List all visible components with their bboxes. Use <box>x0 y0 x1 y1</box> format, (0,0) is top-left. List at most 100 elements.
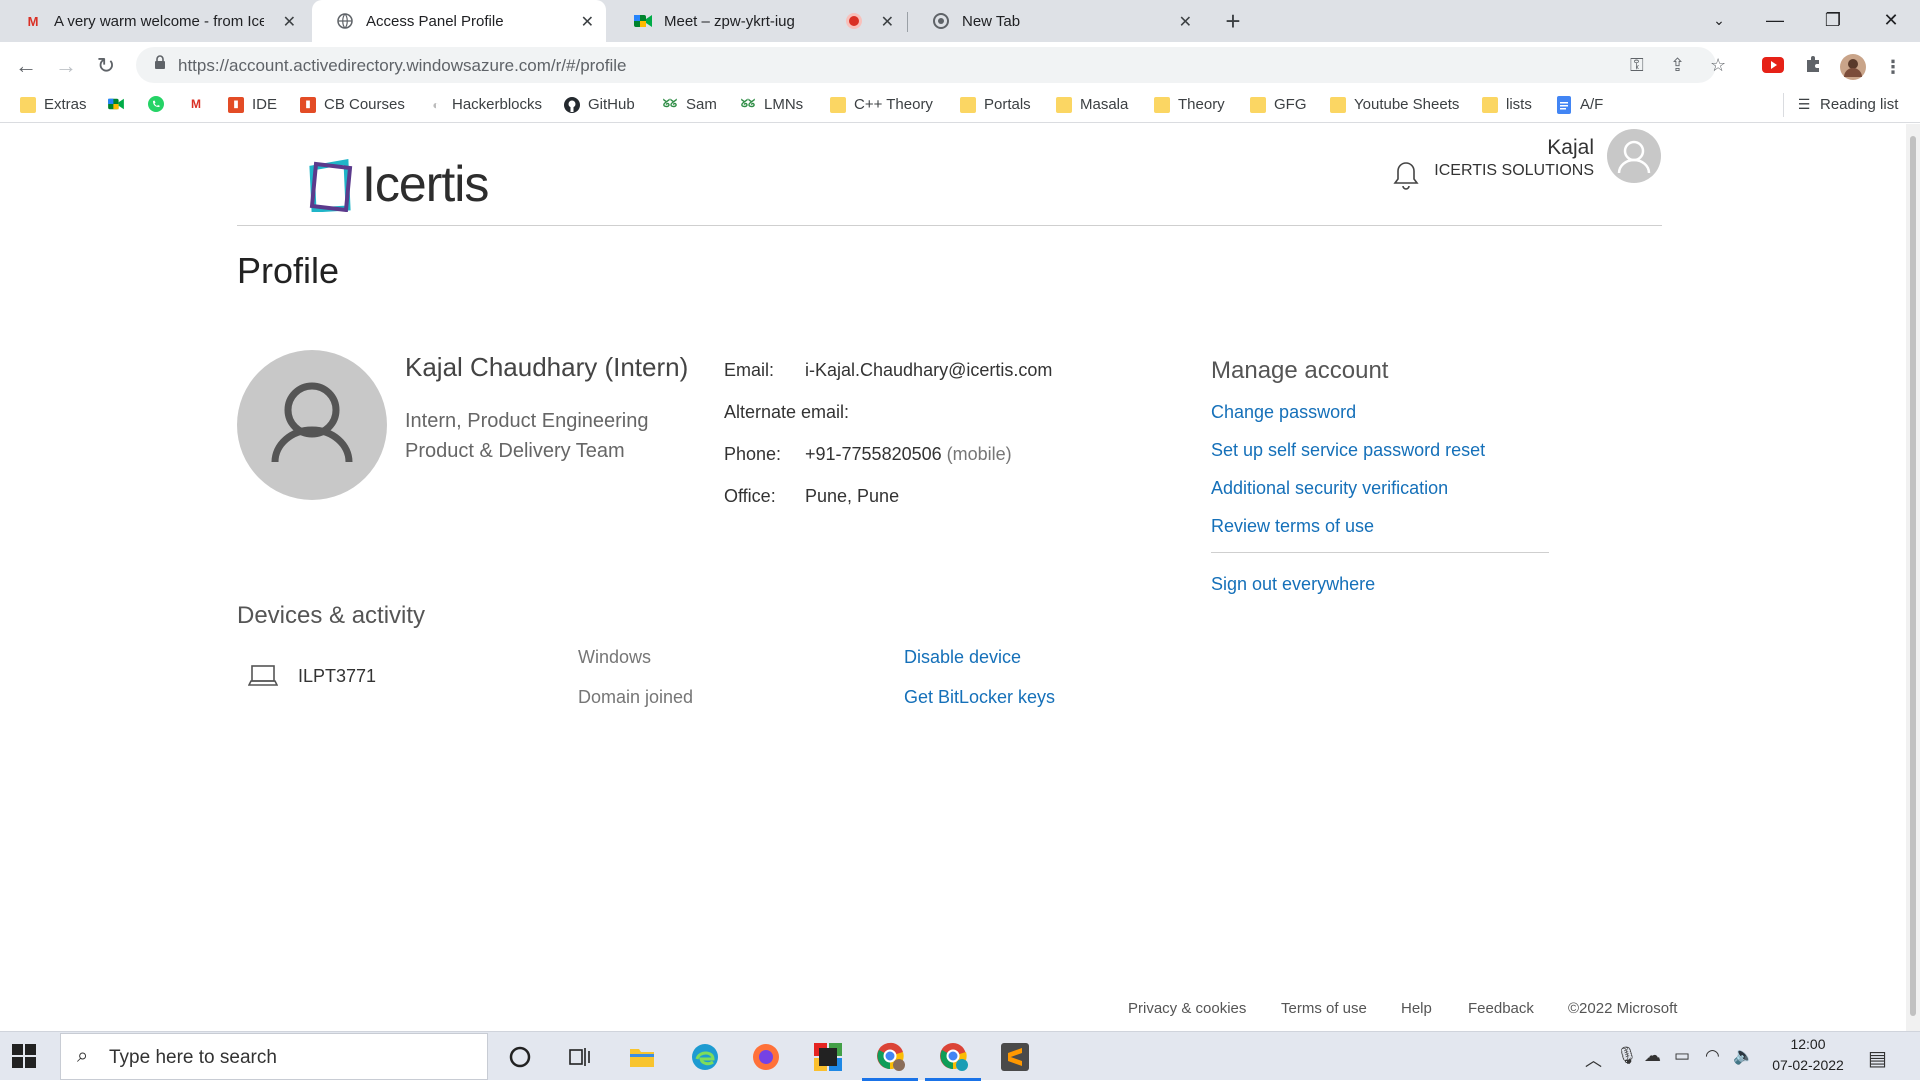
taskbar-search-box[interactable]: ⌕ Type here to search <box>60 1033 488 1080</box>
sublime-text-icon[interactable] <box>998 1040 1032 1074</box>
close-icon[interactable]: ✕ <box>581 12 594 32</box>
bookmark-hackerblocks[interactable]: ◐ Hackerblocks <box>428 96 542 113</box>
bookmark-theory[interactable]: Theory <box>1154 96 1225 113</box>
youtube-ext-icon[interactable] <box>1760 54 1786 80</box>
manage-divider <box>1211 552 1549 553</box>
reading-list-button[interactable]: ☰ Reading list <box>1796 96 1899 113</box>
reload-button[interactable]: ↻ <box>90 50 122 82</box>
tab-gmail[interactable]: M A very warm welcome - from Icer ✕ <box>0 0 308 42</box>
show-hidden-icons-icon[interactable]: ︿ <box>1585 1046 1602 1071</box>
close-icon[interactable]: ✕ <box>1179 12 1192 32</box>
review-terms-of-use-link[interactable]: Review terms of use <box>1211 516 1374 537</box>
forward-button[interactable]: → <box>50 50 82 82</box>
reading-list-icon: ☰ <box>1797 96 1811 112</box>
key-icon[interactable]: ⚿ <box>1630 55 1644 76</box>
manage-account-heading: Manage account <box>1211 357 1389 384</box>
meet-icon <box>634 12 652 30</box>
bookmark-masala[interactable]: Masala <box>1056 96 1128 113</box>
page-scrollbar[interactable] <box>1906 124 1920 1031</box>
bookmark-label: Youtube Sheets <box>1354 96 1460 113</box>
feedback-link[interactable]: Feedback <box>1468 1000 1534 1017</box>
bookmark-youtube-sheets[interactable]: Youtube Sheets <box>1330 96 1459 113</box>
bookmark-label: Sam <box>686 96 717 113</box>
meet-icon <box>108 96 124 112</box>
scrollbar-thumb[interactable] <box>1910 136 1916 1016</box>
additional-security-verification-link[interactable]: Additional security verification <box>1211 478 1448 499</box>
profile-avatar-icon[interactable] <box>1840 54 1866 80</box>
bookmark-portals[interactable]: Portals <box>960 96 1031 113</box>
address-bar[interactable]: https://account.activedirectory.windowsa… <box>136 47 1726 83</box>
self-service-password-reset-link[interactable]: Set up self service password reset <box>1211 440 1485 461</box>
bookmark-extras[interactable]: Extras <box>20 96 87 113</box>
edge-icon[interactable] <box>688 1040 722 1074</box>
bookmarks-bar: Extras M ▮ IDE ▮ CB Courses ◐ Hackerblocks … <box>0 89 1920 123</box>
new-tab-button[interactable]: + <box>1216 6 1250 36</box>
back-button[interactable]: ← <box>10 50 42 82</box>
privacy-cookies-link[interactable]: Privacy & cookies <box>1128 1000 1246 1017</box>
app-grid-icon[interactable] <box>811 1040 845 1074</box>
bookmark-lmns[interactable]: ᘜᘜ LMNs <box>740 96 803 113</box>
onedrive-icon[interactable]: ☁ <box>1644 1046 1661 1066</box>
windows-start-icon[interactable] <box>12 1044 38 1070</box>
tab-title: Meet – zpw-ykrt-iug <box>664 12 795 30</box>
bookmark-meet[interactable] <box>108 96 132 112</box>
volume-icon[interactable]: 🔈 <box>1733 1046 1754 1066</box>
bookmark-github[interactable]: GitHub <box>564 96 635 113</box>
bookmark-label: GFG <box>1274 96 1307 113</box>
folder-icon <box>960 96 976 113</box>
bookmark-sam[interactable]: ᘜᘜ Sam <box>662 96 717 113</box>
minimize-button[interactable]: — <box>1748 0 1802 40</box>
close-icon[interactable]: ✕ <box>283 12 296 32</box>
tab-meet[interactable]: Meet – zpw-ykrt-iug ✕ <box>610 0 906 42</box>
wifi-icon[interactable]: ◠ <box>1705 1046 1720 1066</box>
phone-label: Phone: <box>724 444 782 464</box>
clock-time[interactable]: 12:00 <box>1785 1036 1831 1052</box>
extensions-puzzle-icon[interactable] <box>1800 54 1826 80</box>
bookmark-af[interactable]: A/F <box>1556 95 1603 114</box>
bookmark-whatsapp[interactable] <box>148 96 172 112</box>
alternate-email-label: Alternate email: <box>724 402 850 422</box>
chrome-profile-1-icon[interactable] <box>874 1040 908 1074</box>
header-avatar[interactable] <box>1607 129 1661 183</box>
office-label: Office: <box>724 486 776 506</box>
close-icon[interactable]: ✕ <box>881 12 894 32</box>
get-bitlocker-keys-link[interactable]: Get BitLocker keys <box>904 687 1055 708</box>
browser-tab-strip: M A very warm welcome - from Icer ✕ Acce… <box>0 0 1920 42</box>
notification-bell-icon[interactable] <box>1393 160 1419 190</box>
chrome-menu-icon[interactable]: ⋮ <box>1880 54 1906 80</box>
bookmark-lists[interactable]: lists <box>1482 96 1532 113</box>
microphone-icon[interactable]: 🎙 <box>1616 1046 1638 1066</box>
change-password-link[interactable]: Change password <box>1211 402 1356 423</box>
close-window-button[interactable]: ✕ <box>1864 0 1918 40</box>
chrome-profile-2-icon[interactable] <box>937 1040 971 1074</box>
disable-device-link[interactable]: Disable device <box>904 647 1021 668</box>
bookmark-cpp-theory[interactable]: C++ Theory <box>830 96 933 113</box>
company-logo[interactable]: Icertis <box>306 156 489 213</box>
bookmark-divider <box>1783 93 1784 117</box>
tab-search-icon[interactable]: ⌄ <box>1692 0 1746 40</box>
file-explorer-icon[interactable] <box>625 1040 659 1074</box>
header-user-name[interactable]: Kajal <box>1547 136 1594 160</box>
bookmark-gmail[interactable]: M <box>188 96 212 112</box>
help-link[interactable]: Help <box>1401 1000 1432 1017</box>
firefox-icon[interactable] <box>749 1040 783 1074</box>
bookmark-gfg[interactable]: GFG <box>1250 96 1307 113</box>
sign-out-everywhere-link[interactable]: Sign out everywhere <box>1211 574 1375 595</box>
folder-icon <box>1482 96 1498 113</box>
tab-access-panel[interactable]: Access Panel Profile ✕ <box>312 0 606 42</box>
notification-center-icon[interactable]: ▤ <box>1868 1046 1887 1071</box>
lock-icon[interactable] <box>154 55 166 73</box>
cortana-icon[interactable] <box>503 1040 537 1074</box>
tab-title: A very warm welcome - from Icer <box>54 12 264 30</box>
tab-new-tab[interactable]: New Tab ✕ <box>908 0 1204 42</box>
terms-of-use-link[interactable]: Terms of use <box>1281 1000 1367 1017</box>
bookmark-ide[interactable]: ▮ IDE <box>228 96 277 113</box>
clock-date[interactable]: 07-02-2022 <box>1766 1057 1850 1073</box>
bookmark-label: Masala <box>1080 96 1129 113</box>
bookmark-cb-courses[interactable]: ▮ CB Courses <box>300 96 405 113</box>
restore-button[interactable]: ❐ <box>1806 0 1860 40</box>
share-icon[interactable]: ⇪ <box>1670 55 1685 76</box>
task-view-icon[interactable] <box>563 1040 597 1074</box>
battery-icon[interactable]: ▭ <box>1674 1046 1690 1066</box>
bookmark-star-icon[interactable]: ☆ <box>1710 55 1726 76</box>
